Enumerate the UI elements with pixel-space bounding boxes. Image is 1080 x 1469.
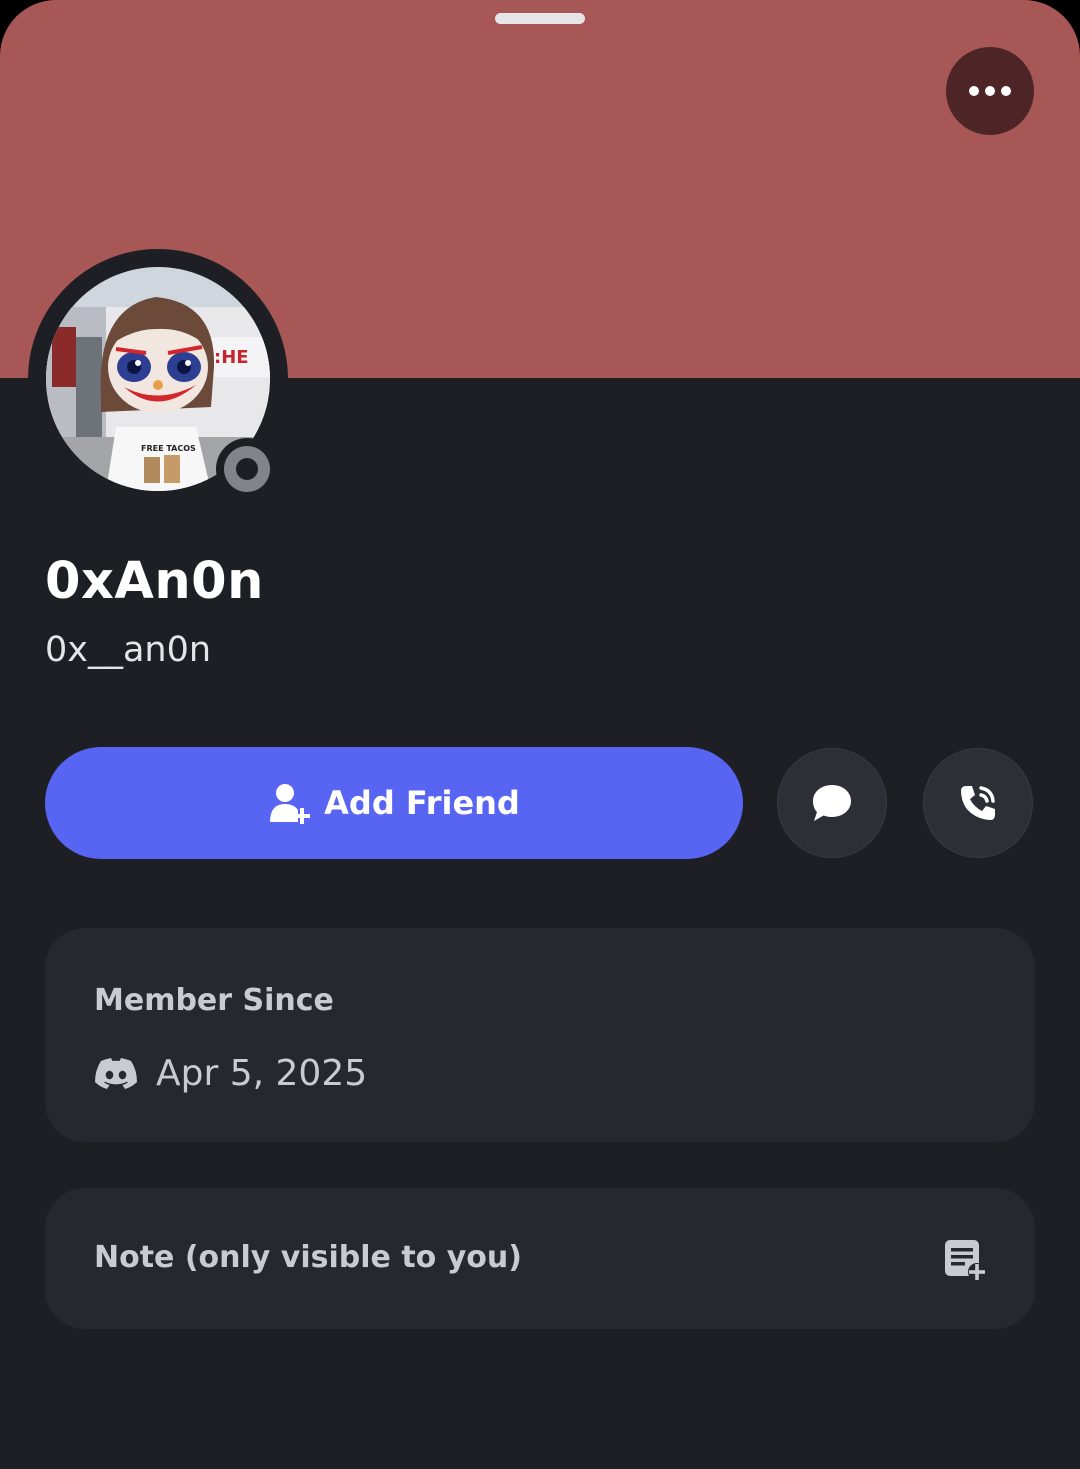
add-note-button[interactable] — [943, 1238, 987, 1286]
display-name: 0xAn0n — [45, 552, 264, 611]
username: 0x__an0n — [45, 630, 212, 670]
offline-status-icon — [224, 446, 270, 492]
ellipsis-icon — [969, 86, 1011, 96]
phone-call-icon — [961, 786, 995, 820]
drag-handle[interactable] — [495, 13, 585, 24]
call-button[interactable] — [923, 748, 1033, 858]
member-since-date: Apr 5, 2025 — [156, 1053, 368, 1094]
chat-bubble-icon — [813, 785, 851, 821]
add-friend-button[interactable]: Add Friend — [45, 747, 743, 859]
member-since-card: Member Since Apr 5, 2025 — [45, 928, 1035, 1142]
more-options-button[interactable] — [946, 47, 1034, 135]
svg-text:FREE TACOS: FREE TACOS — [141, 444, 196, 453]
message-button[interactable] — [777, 748, 887, 858]
note-label: Note (only visible to you) — [94, 1240, 522, 1275]
add-note-icon — [945, 1240, 986, 1281]
profile-sheet: :HE FREE TACOS 0xAn0n 0x__an0n Add Frien… — [0, 0, 1080, 1469]
svg-text::HE: :HE — [214, 347, 249, 368]
member-since-title: Member Since — [94, 983, 334, 1018]
note-card[interactable]: Note (only visible to you) — [45, 1188, 1035, 1329]
discord-logo-icon — [95, 1057, 137, 1089]
add-friend-label: Add Friend — [324, 784, 520, 822]
add-friend-icon — [270, 784, 311, 824]
member-since-row: Apr 5, 2025 — [94, 1053, 367, 1094]
